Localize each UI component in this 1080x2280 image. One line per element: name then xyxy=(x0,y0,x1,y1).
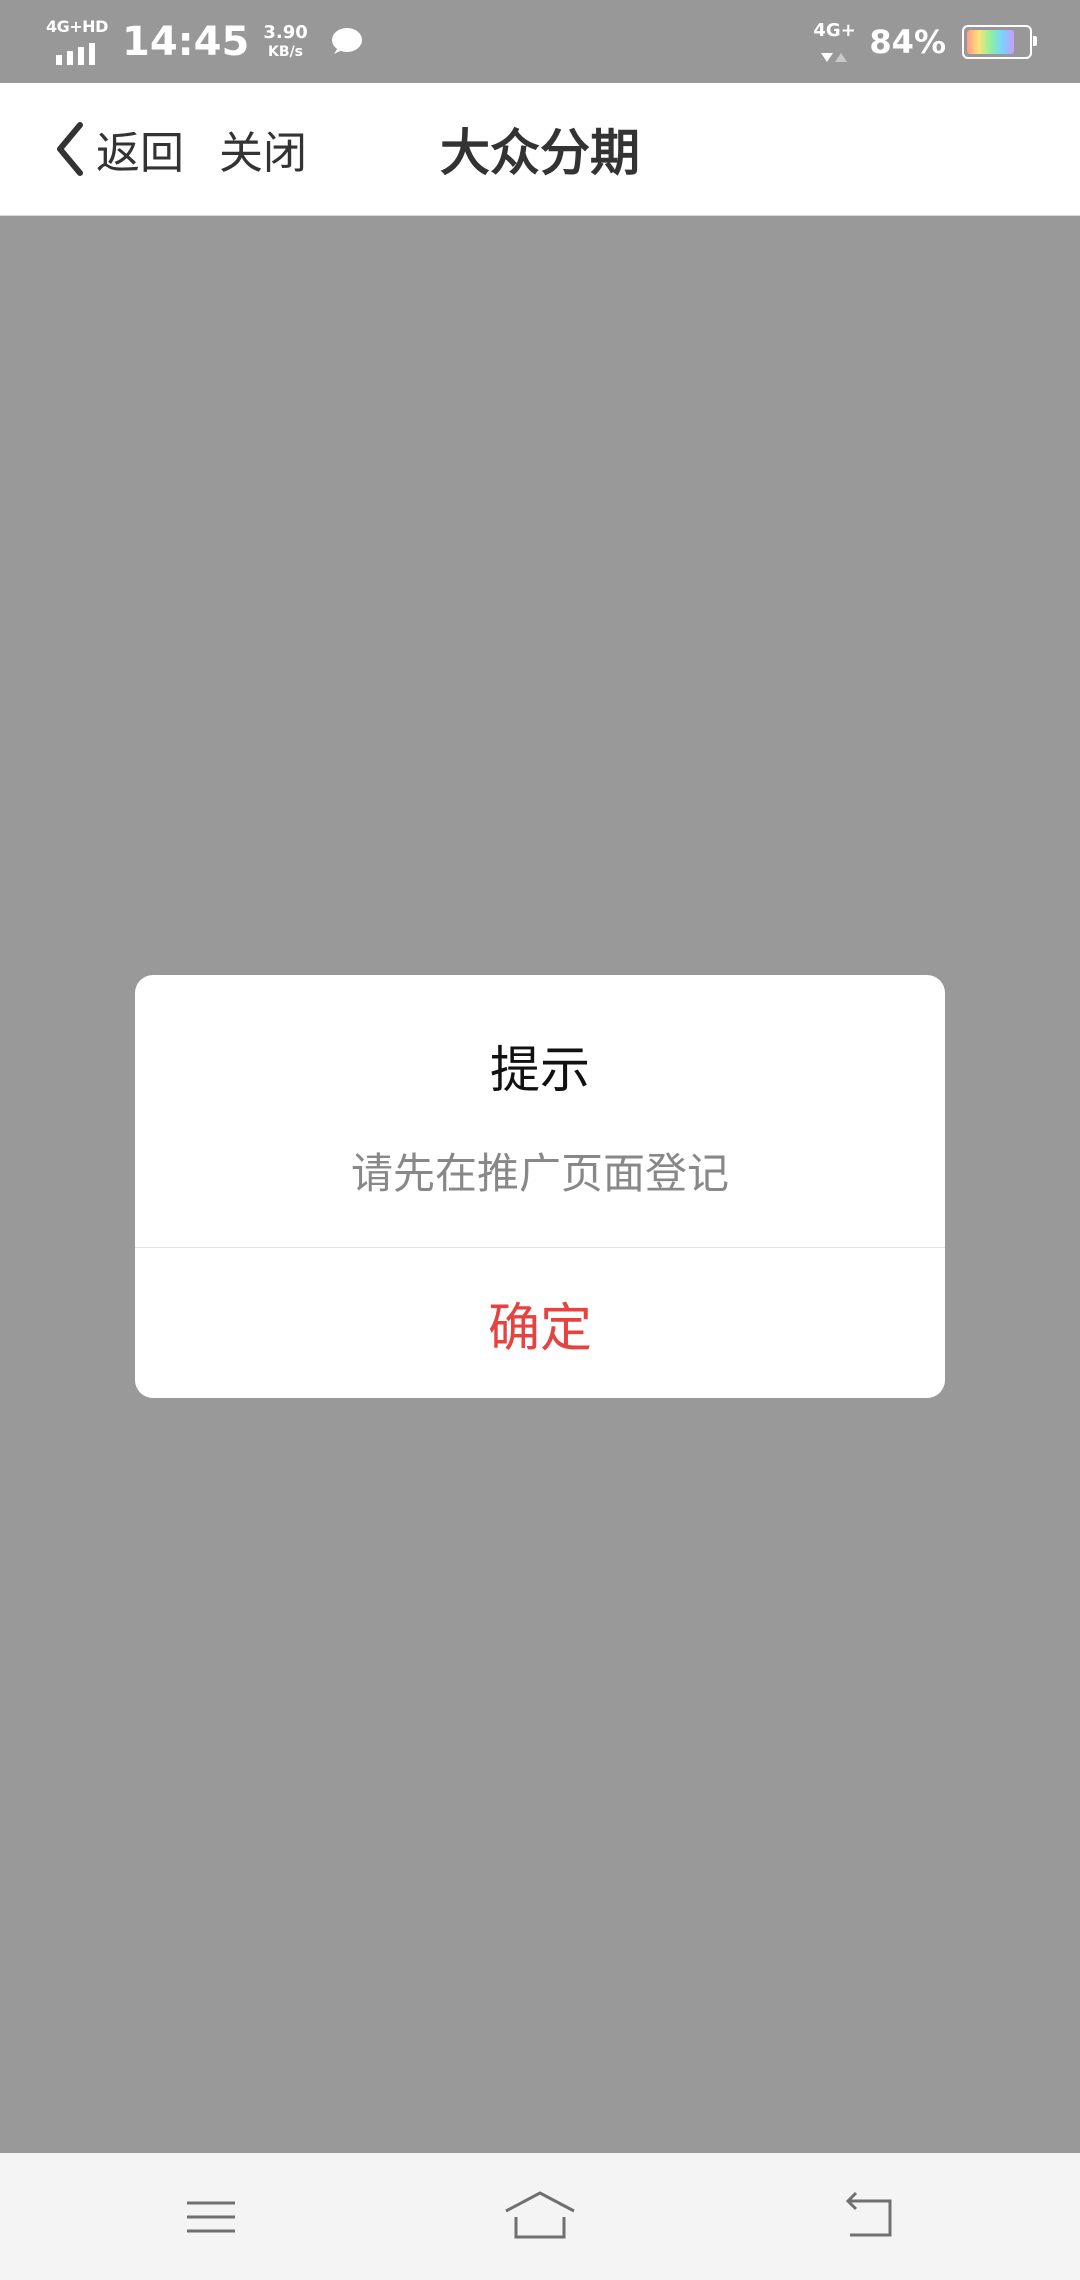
chevron-left-icon xyxy=(57,122,83,176)
data-network-label: 4G+ xyxy=(813,19,856,41)
close-label: 关闭 xyxy=(219,128,307,179)
network-speed-unit: KB/s xyxy=(268,44,304,60)
status-bar: 4G+HD 14:45 3.90 KB/s 4G+ 84% xyxy=(0,0,1080,83)
data-network-icon: 4G+ xyxy=(813,20,857,64)
battery-percent: 84% xyxy=(869,22,946,61)
network-speed: 3.90 KB/s xyxy=(263,22,308,60)
dialog-message: 请先在推广页面登记 xyxy=(350,1149,729,1198)
home-icon xyxy=(505,2191,575,2238)
back-label: 返回 xyxy=(96,128,184,179)
status-bar-right: 4G+ 84% xyxy=(813,0,1037,83)
alert-dialog: 提示 请先在推广页面登记 确定 xyxy=(135,975,945,1398)
back-icon xyxy=(845,2191,892,2236)
signal-bars-icon xyxy=(56,42,95,65)
menu-icon xyxy=(187,2201,235,2232)
status-bar-left: 4G+HD 14:45 3.90 KB/s xyxy=(46,0,364,83)
home-button[interactable] xyxy=(470,2153,610,2280)
app-header: 返回 关闭 大众分期 xyxy=(0,83,1080,216)
dialog-title: 提示 xyxy=(490,1041,590,1099)
close-button[interactable]: 关闭 xyxy=(219,83,307,215)
network-type-label: 4G+HD xyxy=(46,16,108,36)
confirm-button[interactable]: 确定 xyxy=(135,1248,945,1398)
network-speed-value: 3.90 xyxy=(263,22,308,43)
signal-indicator: 4G+HD xyxy=(46,17,108,67)
message-bubble-icon xyxy=(328,24,364,60)
battery-icon xyxy=(962,24,1037,59)
clock: 14:45 xyxy=(122,18,250,65)
system-navigation-bar xyxy=(0,2153,1080,2280)
back-button[interactable]: 返回 xyxy=(50,83,184,215)
back-nav-button[interactable] xyxy=(800,2153,940,2280)
menu-button[interactable] xyxy=(141,2153,281,2280)
